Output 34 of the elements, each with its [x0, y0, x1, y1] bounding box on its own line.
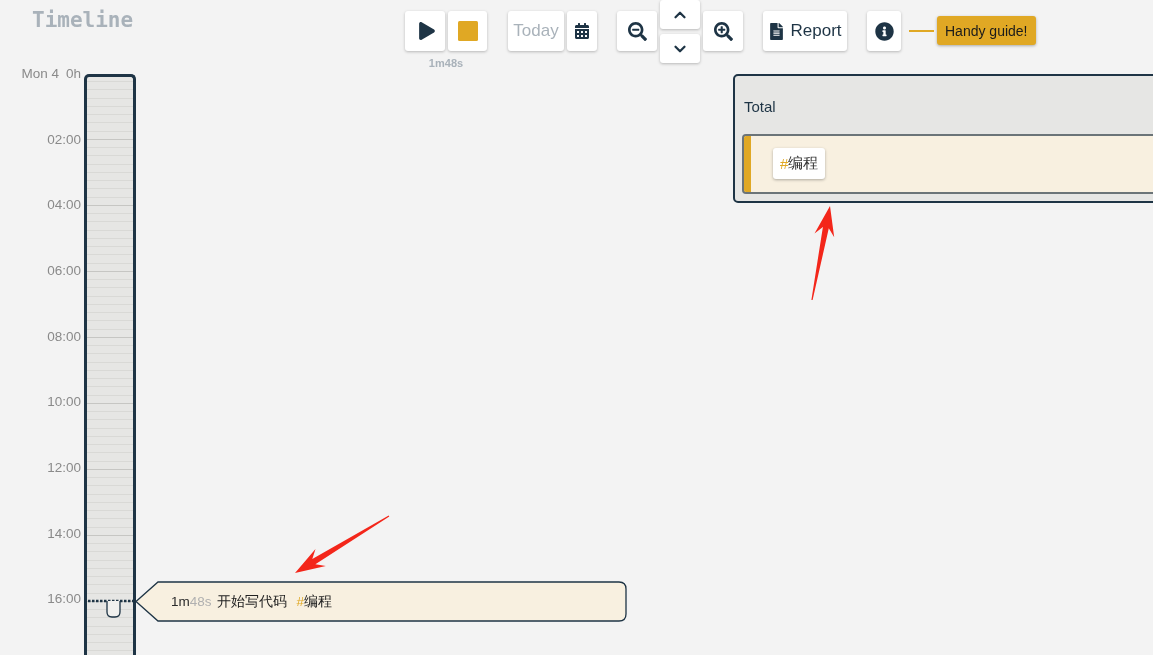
hour-label: 10:00: [47, 393, 81, 412]
event-duration: 1m48s: [171, 594, 212, 609]
hour-label: 02:00: [47, 130, 81, 149]
zoom-out-button[interactable]: [617, 11, 657, 51]
hour-label: 14:00: [47, 524, 81, 543]
document-icon: [768, 22, 786, 40]
report-button[interactable]: Report: [763, 11, 847, 51]
hour-label: 12:00: [47, 459, 81, 478]
play-button[interactable]: [405, 11, 445, 51]
calendar-button[interactable]: [567, 11, 597, 51]
hour-label: 04:00: [47, 196, 81, 215]
play-icon: [417, 22, 436, 40]
scroll-up-button[interactable]: [660, 0, 700, 29]
hour-label: 16:00: [47, 590, 81, 609]
info-icon: [874, 21, 894, 41]
hour-label: 0h: [65, 65, 81, 83]
hour-label: 06:00: [47, 262, 81, 280]
zoom-out-icon: [627, 21, 647, 41]
tag-chip[interactable]: #编程: [773, 148, 826, 180]
info-button[interactable]: [867, 11, 901, 51]
hour-label: 08:00: [47, 327, 81, 346]
day-label: Mon 4: [21, 65, 59, 83]
page-title: Timeline: [32, 7, 134, 33]
calendar-icon: [574, 23, 590, 39]
panel-title: Total: [744, 98, 776, 116]
zoom-in-icon: [713, 21, 733, 41]
scroll-down-button[interactable]: [660, 34, 700, 63]
elapsed-time: 1m48s: [428, 57, 464, 70]
stop-icon: [457, 21, 478, 41]
event-tag: #编程: [296, 592, 333, 611]
event-title: 开始写代码: [216, 592, 287, 611]
event-callout[interactable]: 1m48s 开始写代码 #编程: [135, 581, 627, 622]
guide-badge[interactable]: Handy guide!: [937, 16, 1036, 45]
zoom-in-button[interactable]: [703, 11, 743, 51]
